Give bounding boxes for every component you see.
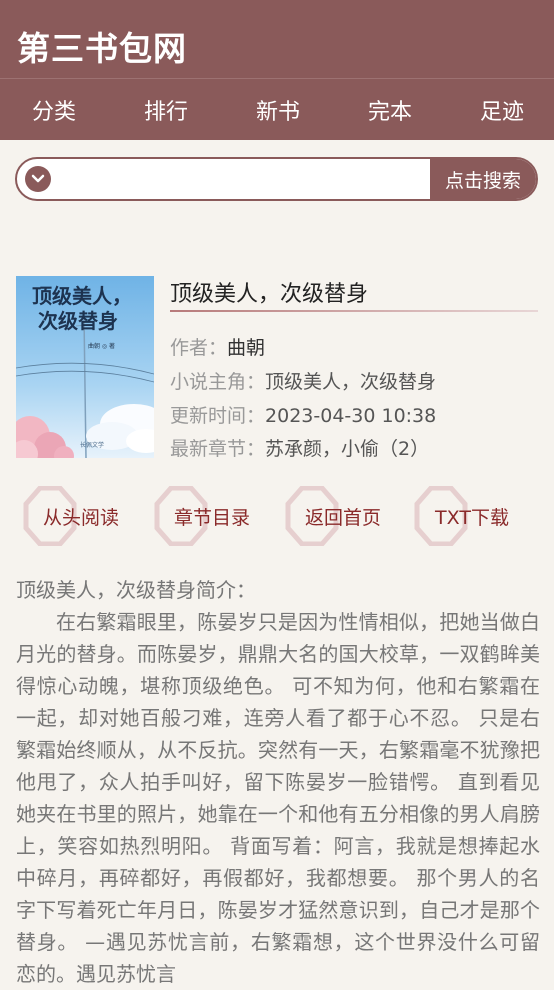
site-header: 第三书包网 [0, 0, 554, 78]
nav-item-ranking[interactable]: 排行 [144, 94, 188, 126]
chevron-down-icon [31, 174, 45, 183]
svg-text:长佩文学: 长佩文学 [80, 441, 104, 449]
book-cover-image: 顶级美人， 次级替身 曲朝 ◎ 著 长佩文学 [16, 276, 154, 458]
txt-download-button[interactable]: TXT下载 [413, 486, 531, 546]
nav-item-history[interactable]: 足迹 [480, 94, 524, 126]
book-cover[interactable]: 顶级美人， 次级替身 曲朝 ◎ 著 长佩文学 [16, 276, 154, 458]
protagonist-label: 小说主角： [170, 371, 266, 393]
nav-item-category[interactable]: 分类 [32, 94, 76, 126]
book-intro: 顶级美人，次级替身简介： 在右繁霜眼里，陈晏岁只是因为性情相似，把她当做白月光的… [16, 574, 540, 990]
book-title: 顶级美人，次级替身 [170, 282, 369, 307]
protagonist-row: 小说主角：顶级美人，次级替身 [170, 367, 436, 394]
txt-download-label: TXT下载 [435, 506, 509, 529]
author-row: 作者：曲朝 [170, 333, 265, 360]
latest-chapter-row: 最新章节：苏承颜，小偷（2） [170, 434, 429, 461]
protagonist-value: 顶级美人，次级替身 [265, 371, 437, 393]
nav-item-completed[interactable]: 完本 [368, 94, 412, 126]
intro-text: 在右繁霜眼里，陈晏岁只是因为性情相似，把她当做白月光的替身。而陈晏岁，鼎鼎大名的… [16, 610, 540, 986]
search-bar: 点击搜索 [15, 157, 538, 201]
author-link[interactable]: 曲朝 [227, 337, 265, 359]
read-from-start-button[interactable]: 从头阅读 [22, 486, 140, 546]
site-title[interactable]: 第三书包网 [17, 22, 187, 70]
latest-chapter-label: 最新章节： [170, 438, 266, 460]
author-label: 作者： [170, 337, 228, 359]
updated-value: 2023-04-30 10:38 [265, 405, 437, 427]
search-input[interactable] [61, 159, 435, 199]
main-nav: 分类 排行 新书 完本 足迹 [0, 78, 554, 140]
search-type-dropdown[interactable] [25, 166, 51, 192]
nav-item-new-books[interactable]: 新书 [256, 94, 300, 126]
search-button[interactable]: 点击搜索 [430, 159, 536, 199]
back-home-label: 返回首页 [304, 506, 381, 529]
chapter-list-button[interactable]: 章节目录 [153, 486, 271, 546]
svg-text:曲朝 ◎ 著: 曲朝 ◎ 著 [88, 342, 115, 350]
updated-row: 更新时间：2023-04-30 10:38 [170, 401, 436, 428]
intro-heading: 顶级美人，次级替身简介： [16, 578, 256, 602]
svg-text:顶级美人，: 顶级美人， [32, 284, 132, 308]
svg-text:次级替身: 次级替身 [38, 309, 118, 333]
read-from-start-label: 从头阅读 [42, 506, 119, 529]
updated-label: 更新时间： [170, 405, 266, 427]
title-divider [170, 310, 538, 312]
chapter-list-label: 章节目录 [173, 506, 250, 529]
back-home-button[interactable]: 返回首页 [284, 486, 402, 546]
latest-chapter-link[interactable]: 苏承颜，小偷（2） [265, 438, 429, 460]
